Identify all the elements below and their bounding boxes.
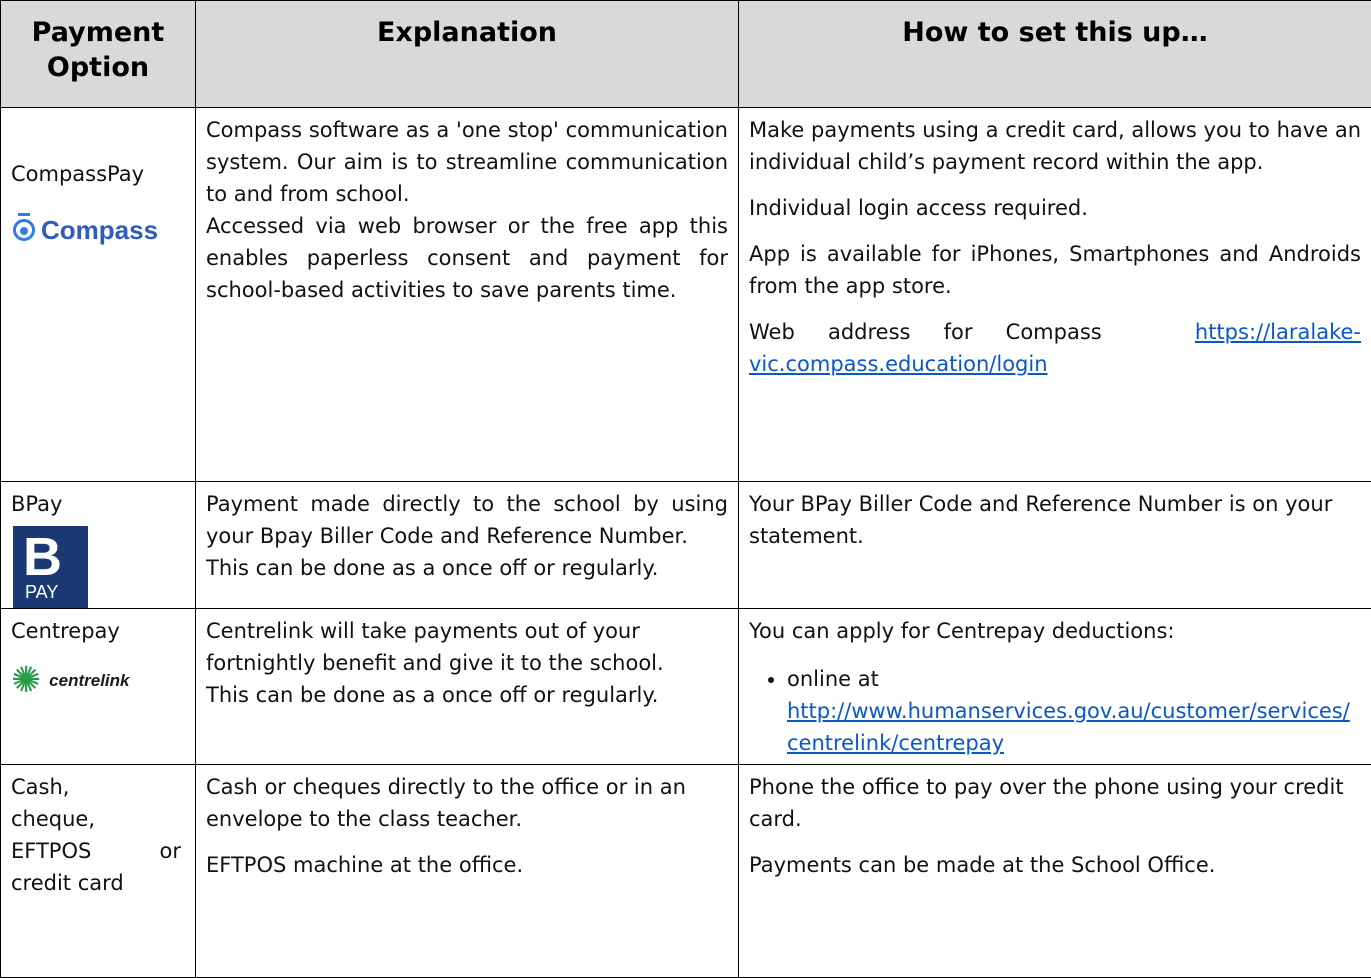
how-cell: Make payments using a credit card, allow… xyxy=(739,108,1371,482)
option-line: or xyxy=(160,835,181,867)
row-cash: Cash, cheque, EFTPOS or credit card Cash… xyxy=(1,765,1371,978)
how-cell: Phone the office to pay over the phone u… xyxy=(739,765,1371,978)
bpay-logo: B PAY xyxy=(13,526,88,608)
list-item: online at http://www.humanservices.gov.a… xyxy=(787,663,1361,759)
bullet-list: online at http://www.humanservices.gov.a… xyxy=(749,663,1361,759)
compass-logo-text: Compass xyxy=(41,214,158,246)
web-address-label: Web address for Compass xyxy=(749,320,1102,344)
compass-logo: Compass xyxy=(11,214,185,246)
how-cell: You can apply for Centrepay deductions: … xyxy=(739,609,1371,765)
header-row: Payment Option Explanation How to set th… xyxy=(1,1,1371,108)
explanation-paragraph: Cash or cheques directly to the office o… xyxy=(206,771,728,835)
option-cell: Cash, cheque, EFTPOS or credit card xyxy=(1,765,196,978)
option-line: EFTPOS xyxy=(11,835,91,867)
how-paragraph: Make payments using a credit card, allow… xyxy=(749,114,1361,178)
header-explanation: Explanation xyxy=(196,1,739,108)
option-label: BPay xyxy=(11,488,185,520)
how-paragraph: Phone the office to pay over the phone u… xyxy=(749,771,1361,835)
explanation-paragraph: Centrelink will take payments out of you… xyxy=(206,615,728,679)
how-paragraph: Payments can be made at the School Offic… xyxy=(749,849,1361,881)
option-cell: BPay B PAY xyxy=(1,482,196,609)
explanation-paragraph: This can be done as a once off or regula… xyxy=(206,679,728,711)
how-intro: You can apply for Centrepay deductions: xyxy=(749,615,1361,647)
option-cell: Centrepay ✺ centrelink xyxy=(1,609,196,765)
row-bpay: BPay B PAY Payment made directly to the … xyxy=(1,482,1371,609)
how-paragraph: App is available for iPhones, Smartphone… xyxy=(749,238,1361,302)
centrepay-link[interactable]: http://www.humanservices.gov.au/customer… xyxy=(787,699,1350,755)
explanation-cell: Cash or cheques directly to the office o… xyxy=(196,765,739,978)
explanation-paragraph: Accessed via web browser or the free app… xyxy=(206,210,728,306)
option-line: cheque, xyxy=(11,803,181,835)
explanation-paragraph: EFTPOS machine at the office. xyxy=(206,849,728,881)
how-paragraph: Your BPay Biller Code and Reference Numb… xyxy=(749,488,1361,552)
option-label: Centrepay xyxy=(11,615,185,647)
compass-icon xyxy=(13,219,35,241)
centrelink-logo: ✺ centrelink xyxy=(11,663,185,699)
header-how-to: How to set this up… xyxy=(739,1,1371,108)
option-line-pair: EFTPOS or xyxy=(11,835,181,867)
explanation-paragraph: Payment made directly to the school by u… xyxy=(206,488,728,552)
option-label: CompassPay xyxy=(11,114,185,190)
bpay-logo-text: PAY xyxy=(25,582,58,602)
explanation-paragraph: This can be done as a once off or regula… xyxy=(206,552,728,584)
option-line: Cash, xyxy=(11,771,181,803)
row-centrepay: Centrepay ✺ centrelink Centrelink will t… xyxy=(1,609,1371,765)
bpay-logo-letter: B xyxy=(23,530,62,584)
centrelink-logo-text: centrelink xyxy=(49,665,129,697)
option-cell: CompassPay Compass xyxy=(1,108,196,482)
how-paragraph: Individual login access required. xyxy=(749,192,1361,224)
row-compasspay: CompassPay Compass Compass software as a… xyxy=(1,108,1371,482)
explanation-cell: Compass software as a 'one stop' communi… xyxy=(196,108,739,482)
explanation-cell: Centrelink will take payments out of you… xyxy=(196,609,739,765)
explanation-cell: Payment made directly to the school by u… xyxy=(196,482,739,609)
how-cell: Your BPay Biller Code and Reference Numb… xyxy=(739,482,1371,609)
option-line: credit card xyxy=(11,867,181,899)
header-payment-option: Payment Option xyxy=(1,1,196,108)
web-address-paragraph: Web address for Compass https://laralake… xyxy=(749,316,1361,380)
payment-options-table: Payment Option Explanation How to set th… xyxy=(0,0,1371,978)
explanation-paragraph: Compass software as a 'one stop' communi… xyxy=(206,114,728,210)
centrelink-star-icon: ✺ xyxy=(11,663,41,699)
bullet-text: online at xyxy=(787,667,879,691)
